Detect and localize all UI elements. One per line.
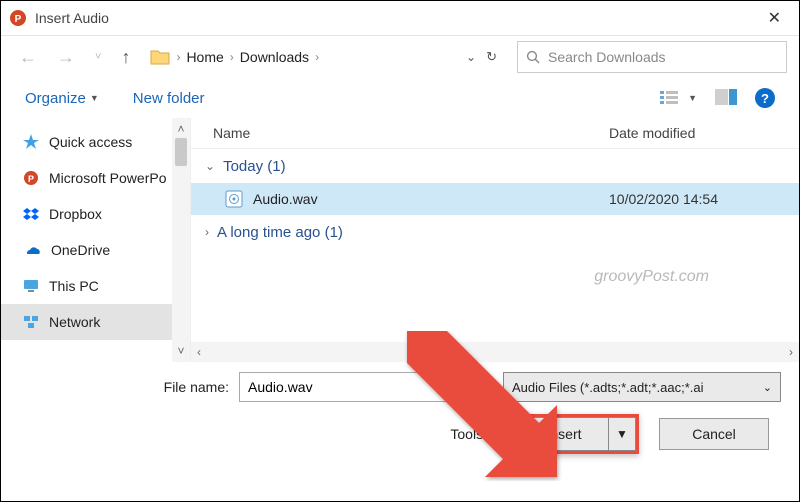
forward-icon: → (51, 43, 81, 72)
breadcrumb-home[interactable]: Home (186, 49, 223, 65)
filename-input[interactable] (239, 372, 485, 402)
help-icon[interactable]: ? (755, 88, 775, 108)
breadcrumb-downloads[interactable]: Downloads (240, 49, 309, 65)
up-icon[interactable]: ↑ (115, 43, 136, 72)
chevron-right-icon: › (205, 225, 209, 239)
file-list-pane: Name Date modified ⌄ Today (1) Audio.wav… (191, 118, 799, 362)
chevron-down-icon: ▼ (688, 93, 697, 103)
file-row-audio[interactable]: Audio.wav 10/02/2020 14:54 (191, 183, 799, 215)
column-date[interactable]: Date modified (609, 125, 799, 141)
powerpoint-icon: P (23, 170, 39, 186)
column-name[interactable]: Name (191, 125, 609, 141)
insert-audio-dialog: P Insert Audio ✕ ← → ˅ ↑ › Home › Downlo… (0, 0, 800, 502)
scrollbar-thumb[interactable] (175, 138, 187, 166)
insert-split-button: Insert ▼ (516, 414, 639, 454)
chevron-right-icon: › (315, 50, 319, 64)
view-mode-button[interactable]: ▼ (660, 90, 697, 106)
star-icon (23, 134, 39, 150)
preview-pane-button[interactable] (715, 89, 737, 108)
organize-button[interactable]: Organize▼ (25, 90, 99, 107)
scroll-right-icon[interactable]: › (789, 345, 793, 359)
powerpoint-icon: P (9, 9, 27, 27)
horizontal-scrollbar[interactable]: ‹ › (191, 342, 799, 362)
group-old[interactable]: › A long time ago (1) (191, 215, 799, 249)
preview-pane-icon (715, 89, 737, 105)
search-input[interactable]: Search Downloads (517, 41, 787, 73)
list-view-icon (660, 90, 682, 106)
breadcrumb-dropdown-icon[interactable]: ⌄ (466, 50, 476, 64)
breadcrumb[interactable]: › Home › Downloads › ⌄ ↻ (144, 40, 509, 74)
scroll-down-icon[interactable]: ˅ (177, 344, 184, 358)
nav-bar: ← → ˅ ↑ › Home › Downloads › ⌄ ↻ Search … (1, 36, 799, 78)
chevron-down-icon: ⌄ (205, 159, 215, 173)
svg-text:P: P (28, 174, 34, 184)
toolbar: Organize▼ New folder ▼ ? (1, 78, 799, 118)
back-icon: ← (13, 43, 43, 72)
sidebar-item-quick-access[interactable]: Quick access (1, 124, 190, 160)
insert-button[interactable]: Insert (519, 417, 609, 451)
sidebar-item-network[interactable]: Network (1, 304, 190, 340)
title-bar: P Insert Audio ✕ (1, 1, 799, 36)
sidebar-item-onedrive[interactable]: OneDrive (1, 232, 190, 268)
network-icon (23, 315, 39, 329)
group-today[interactable]: ⌄ Today (1) (191, 149, 799, 183)
sidebar-item-this-pc[interactable]: This PC (1, 268, 190, 304)
scroll-up-icon[interactable]: ˄ (177, 122, 184, 136)
sidebar: Quick access P Microsoft PowerPo Dropbox… (1, 118, 191, 362)
file-date: 10/02/2020 14:54 (609, 191, 799, 207)
search-placeholder: Search Downloads (548, 49, 666, 65)
search-icon (526, 50, 540, 64)
chevron-right-icon: › (176, 50, 180, 64)
pc-icon (23, 279, 39, 293)
audio-file-icon (225, 190, 243, 208)
refresh-icon[interactable]: ↻ (486, 49, 497, 65)
new-folder-button[interactable]: New folder (133, 90, 205, 107)
file-name: Audio.wav (253, 191, 609, 207)
chevron-down-icon: ⌄ (763, 381, 772, 394)
filename-label: File name: (19, 379, 239, 395)
column-headers: Name Date modified (191, 118, 799, 149)
recent-dropdown-icon[interactable]: ˅ (89, 47, 107, 67)
main-area: Quick access P Microsoft PowerPo Dropbox… (1, 118, 799, 362)
chevron-down-icon: ▼ (90, 93, 99, 103)
onedrive-icon (23, 244, 41, 256)
scroll-left-icon[interactable]: ‹ (197, 345, 201, 359)
dropbox-icon (23, 206, 39, 222)
chevron-down-icon: ▼ (487, 429, 496, 439)
filetype-combo[interactable]: Audio Files (*.adts;*.adt;*.aac;*.ai ⌄ (503, 372, 781, 402)
tools-button[interactable]: Tools ▼ (450, 426, 496, 442)
chevron-right-icon: › (230, 50, 234, 64)
sidebar-item-powerpoint[interactable]: P Microsoft PowerPo (1, 160, 190, 196)
cancel-button[interactable]: Cancel (659, 418, 769, 450)
svg-text:P: P (15, 14, 22, 25)
sidebar-item-dropbox[interactable]: Dropbox (1, 196, 190, 232)
window-title: Insert Audio (35, 10, 109, 26)
dialog-footer: File name: Audio Files (*.adts;*.adt;*.a… (1, 362, 799, 462)
folder-icon (150, 48, 170, 66)
close-icon[interactable]: ✕ (758, 4, 791, 32)
insert-dropdown-button[interactable]: ▼ (609, 417, 636, 451)
watermark: groovyPost.com (594, 268, 709, 286)
